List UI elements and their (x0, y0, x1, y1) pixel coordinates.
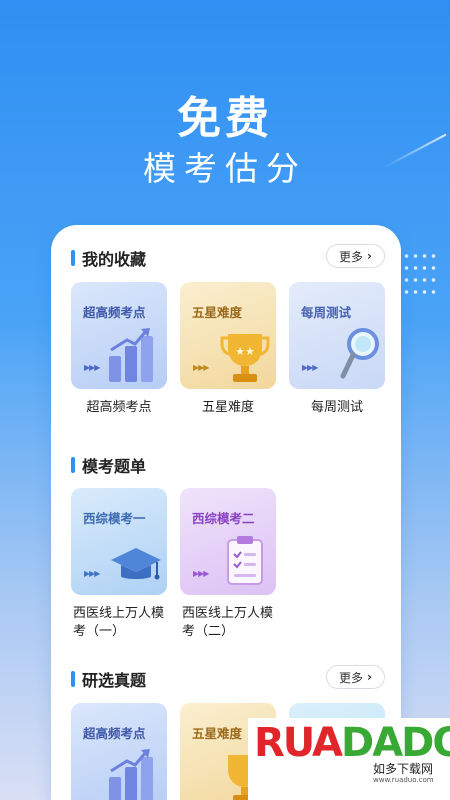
trophy-icon: ★★ (220, 334, 270, 382)
arrows-icon: ▶▶▶ (84, 363, 101, 372)
watermark-url: www.ruaduo.com (373, 776, 434, 784)
tile-five-star[interactable]: 五星难度 ★★ ▶▶▶ 五星难度 (180, 282, 276, 417)
watermark: RUADADO 如多下载网 www.ruaduo.com (248, 718, 450, 800)
tile-card[interactable]: 超高频考点 (71, 703, 167, 800)
tile-label: 西综模考二 (192, 511, 255, 526)
research-header: 研选真题 更多 › (51, 664, 401, 694)
tile-label: 五星难度 (192, 726, 243, 741)
favorites-more-button[interactable]: 更多 › (326, 244, 385, 268)
clipboard-icon (227, 536, 263, 585)
chevron-right-icon: › (367, 670, 372, 684)
magnifier-icon (340, 328, 379, 379)
mock-section: 模考题单 (51, 450, 401, 480)
arrows-icon: ▶▶▶ (302, 363, 319, 372)
tile-caption: 西医线上万人模考（二） (182, 606, 274, 639)
tile-label: 每周测试 (301, 305, 352, 320)
more-label: 更多 (339, 249, 364, 264)
research-title: 研选真题 (82, 671, 147, 690)
section-marker (71, 250, 75, 266)
chevron-right-icon: › (367, 249, 372, 263)
tile-caption: 五星难度 (201, 400, 254, 415)
svg-text:★★: ★★ (235, 345, 255, 358)
tile-card[interactable]: 五星难度 ★★ ▶▶▶ (180, 282, 276, 389)
mock-header: 模考题单 (51, 450, 401, 480)
favorites-title: 我的收藏 (82, 250, 147, 269)
research-section: 研选真题 更多 › (51, 664, 401, 694)
tile-label: 西综模考一 (83, 511, 146, 526)
favorites-header: 我的收藏 更多 › (51, 243, 401, 273)
decor-dots (402, 250, 438, 298)
more-label: 更多 (339, 670, 364, 685)
tile-mock-two[interactable]: 西综模考二 ▶▶▶ 西医线上万人模考（二） (180, 488, 276, 641)
graduation-cap-icon (111, 548, 161, 580)
tile-card[interactable]: 西综模考二 ▶▶▶ (180, 488, 276, 595)
tile-caption: 每周测试 (310, 400, 363, 415)
arrows-icon: ▶▶▶ (193, 569, 210, 578)
tile-high-frequency[interactable]: 超高频考点 ▶▶▶ 超高频考点 (71, 282, 167, 417)
tile-mock-one[interactable]: 西综模考一 ▶▶▶ 西医线上万人模考（一） (71, 488, 167, 641)
watermark-name: 如多下载网 (373, 762, 434, 776)
tile-card[interactable]: 西综模考一 ▶▶▶ (71, 488, 167, 595)
content-card: 我的收藏 更多 › 超高频考点 ▶▶▶ 超高频考点 五星难度 ★★ ▶▶▶ 五星… (51, 225, 401, 800)
tile-label: 五星难度 (192, 305, 243, 320)
section-marker (71, 457, 75, 473)
tile-label: 超高频考点 (83, 305, 146, 320)
tile-label: 超高频考点 (83, 726, 146, 741)
mock-title: 模考题单 (82, 457, 147, 476)
section-marker (71, 671, 75, 687)
tile-card[interactable]: 每周测试 ▶▶▶ (289, 282, 385, 389)
tile-card[interactable]: 超高频考点 ▶▶▶ (71, 282, 167, 389)
hero-title: 免费 (177, 93, 273, 144)
tile-weekly-test[interactable]: 每周测试 ▶▶▶ 每周测试 (289, 282, 385, 417)
bar-chart-icon (109, 749, 153, 800)
bar-chart-icon (109, 328, 153, 382)
research-more-button[interactable]: 更多 › (326, 665, 385, 689)
arrows-icon: ▶▶▶ (84, 569, 101, 578)
favorites-section: 我的收藏 更多 › (51, 243, 401, 273)
tile-research-high-frequency[interactable]: 超高频考点 (71, 703, 167, 800)
tile-caption: 超高频考点 (86, 400, 152, 415)
tile-caption: 西医线上万人模考（一） (73, 606, 165, 639)
arrows-icon: ▶▶▶ (193, 363, 210, 372)
